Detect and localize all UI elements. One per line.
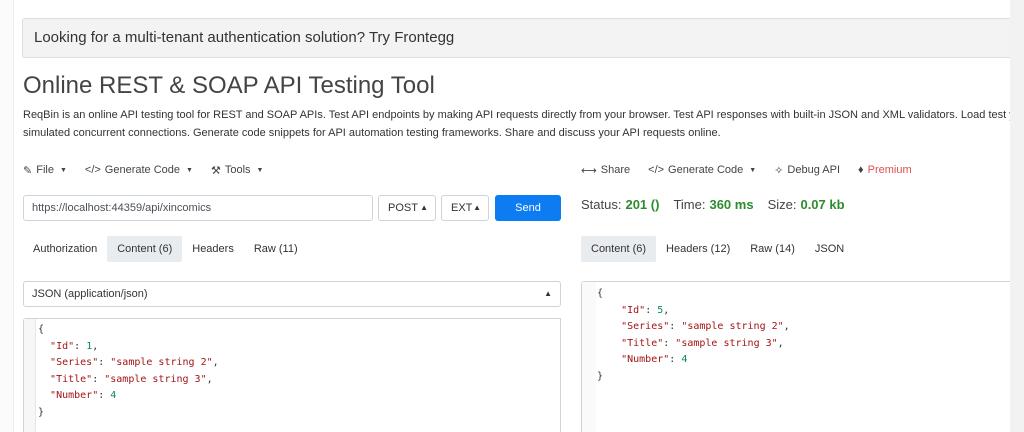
page-description: ReqBin is an online API testing tool for… [23,106,1024,142]
json-key: "Id" [50,340,75,352]
response-tabs: Content (6) Headers (12) Raw (14) JSON [581,236,854,262]
code-icon: </> [84,164,101,176]
file-menu[interactable]: ✎ File ▼ [23,164,67,177]
url-input[interactable]: https://localhost:44359/api/xincomics [23,195,373,221]
page-scroll-edge [1010,0,1024,432]
json-key: "Number" [621,354,670,366]
json-value: "sample string 3" [675,337,778,349]
response-body-code: { "Id": 5, "Series": "sample string 2", … [597,288,790,382]
status-value: 201 () [625,197,660,212]
tab-response-raw[interactable]: Raw (14) [740,236,805,262]
json-value: "sample string 3" [104,373,207,385]
request-toolbar: ✎ File ▼ </> Generate Code ▼ ⚒ Tools ▼ [23,162,281,178]
diamond-icon: ♦ [858,164,864,176]
tab-response-headers[interactable]: Headers (12) [656,236,740,262]
tab-raw[interactable]: Raw (11) [244,236,308,262]
select-arrows-icon: ▲ [473,203,481,212]
tab-content[interactable]: Content (6) [107,236,183,262]
bug-icon: ✧ [774,164,784,177]
time-value: 360 ms [709,197,754,212]
tab-response-json[interactable]: JSON [805,236,854,262]
tab-authorization[interactable]: Authorization [23,236,107,262]
tab-headers[interactable]: Headers [182,236,244,262]
response-generate-code-label: Generate Code [668,164,744,176]
debug-api-label: Debug API [787,164,841,176]
response-generate-code-menu[interactable]: </> Generate Code ▼ [648,164,756,176]
tab-response-content[interactable]: Content (6) [581,236,657,262]
json-value: "sample string 2" [681,321,784,333]
select-arrows-icon: ▲ [544,289,552,298]
debug-api-button[interactable]: ✧ Debug API [774,164,840,177]
select-arrows-icon: ▲ [420,203,428,212]
caret-down-icon: ▼ [59,166,67,174]
json-value: 4 [110,390,117,402]
tools-menu-label: Tools [224,164,251,176]
left-gutter [0,0,14,432]
share-button[interactable]: ⟷ Share [581,164,630,177]
request-tabs: Authorization Content (6) Headers Raw (1… [23,236,308,262]
json-key: "Title" [50,373,93,385]
premium-label: Premium [867,164,912,176]
generate-code-label: Generate Code [104,164,181,176]
caret-down-icon: ▼ [749,166,757,174]
reqbin-page: Looking for a multi-tenant authenticatio… [0,0,1024,432]
code-line: } [38,406,45,418]
request-body-editor[interactable]: { "Id": 1, "Series": "sample string 2", … [23,318,561,432]
response-body-viewer[interactable]: { "Id": 5, "Series": "sample string 2", … [581,281,1024,432]
code-line: } [597,370,604,382]
json-key: "Number" [50,390,99,402]
code-line: { [597,288,604,299]
viewer-gutter [582,282,596,432]
method-select[interactable]: POST ▲ [378,195,436,221]
generate-code-menu[interactable]: </> Generate Code ▼ [85,164,193,176]
json-key: "Series" [621,321,670,333]
code-icon: </> [648,164,665,176]
json-value: 1 [86,340,93,352]
share-label: Share [600,164,631,176]
content-type-value: JSON (application/json) [32,288,148,300]
premium-link[interactable]: ♦ Premium [858,164,912,176]
json-value: 5 [657,304,664,316]
tools-menu[interactable]: ⚒ Tools ▼ [211,164,264,177]
json-key: "Series" [50,357,99,369]
time-label: Time: [673,197,706,212]
method-value: POST [388,202,418,214]
size-label: Size: [767,197,797,212]
json-value: "sample string 2" [110,357,213,369]
format-select[interactable]: EXT ▲ [441,195,489,221]
caret-down-icon: ▼ [256,166,264,174]
response-status: Status: 201 () Time: 360 ms Size: 0.07 kb [581,197,859,212]
json-key: "Id" [621,304,646,316]
description-line-2: simulated concurrent connections. Genera… [23,127,721,139]
caret-down-icon: ▼ [186,166,193,174]
edit-icon: ✎ [23,164,33,177]
format-value: EXT [451,202,473,214]
description-line-1: ReqBin is an online API testing tool for… [23,109,1024,121]
status-label: Status: [581,197,622,212]
request-body-code[interactable]: { "Id": 1, "Series": "sample string 2", … [38,322,219,422]
code-line: { [38,324,45,335]
json-key: "Title" [621,337,664,349]
file-menu-label: File [36,164,54,176]
send-button[interactable]: Send [495,195,561,221]
response-toolbar: ⟷ Share </> Generate Code ▼ ✧ Debug API … [581,162,930,178]
page-title: Online REST & SOAP API Testing Tool [23,72,435,99]
editor-gutter [24,319,36,432]
tools-icon: ⚒ [210,164,221,177]
content-type-select[interactable]: JSON (application/json) ▲ [23,281,561,307]
size-value: 0.07 kb [800,197,845,212]
json-value: 4 [681,354,688,366]
promo-banner[interactable]: Looking for a multi-tenant authenticatio… [22,18,1024,58]
share-icon: ⟷ [581,164,597,177]
